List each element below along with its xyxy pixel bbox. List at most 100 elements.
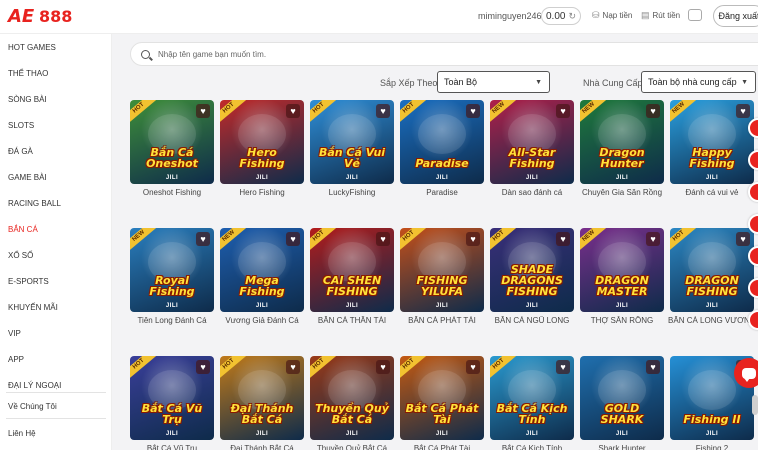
heart-icon[interactable]: ♥	[286, 232, 300, 246]
game-name[interactable]: Bắt Cá Phát Tài	[394, 444, 490, 450]
game-name[interactable]: Paradise	[394, 188, 490, 197]
game-card[interactable]: ♥ GOLD SHARK JILI Shark Hunter	[580, 356, 664, 450]
live-chat-button[interactable]	[734, 358, 758, 388]
game-name[interactable]: Đánh cá vui vẻ	[664, 188, 758, 197]
game-card[interactable]: HOT ♥ SHADE DRAGONS FISHING JILI BẮN CÁ NGŨ …	[490, 228, 574, 325]
game-name[interactable]: THỢ SĂN RỒNG	[574, 316, 670, 325]
heart-icon[interactable]: ♥	[196, 104, 210, 118]
game-card[interactable]: HOT ♥ DRAGON FISHING JILI BẮN CÁ LONG VƯƠNG	[668, 228, 756, 325]
game-name[interactable]: Tiên Long Đánh Cá	[124, 316, 220, 325]
game-card[interactable]: HOT ♥ FISHING YILUFA JILI BẮN CÁ PHÁT TÀI	[400, 228, 484, 325]
game-name[interactable]: Fishing 2	[664, 444, 758, 450]
game-card[interactable]: NEW ♥ Royal Fishing JILI Tiên Long Đánh Cá	[130, 228, 214, 325]
game-thumbnail[interactable]: NEW ♥ Mega Fishing JILI	[220, 228, 304, 312]
game-name[interactable]: BẮN CÁ LONG VƯƠNG	[664, 316, 758, 325]
withdraw-link[interactable]: ▤ Rút tiền	[641, 10, 680, 21]
sidebar-item-casino[interactable]: SÒNG BÀI	[0, 86, 112, 112]
game-name[interactable]: Bắt Cá Vũ Trụ	[124, 444, 220, 450]
game-thumbnail[interactable]: HOT ♥ Bắn Cá Oneshot JILI	[130, 100, 214, 184]
game-card[interactable]: HOT ♥ Thuyền Quỷ Bắt Cá JILI Thuyền Quỷ Bắt …	[310, 356, 394, 450]
game-name[interactable]: Chuyên Gia Săn Rồng	[574, 188, 670, 197]
deposit-link[interactable]: ⛁ Nạp tiền	[592, 10, 632, 21]
sidebar-item-hot-games[interactable]: HOT GAMES	[0, 34, 112, 60]
heart-icon[interactable]: ♥	[736, 104, 750, 118]
heart-icon[interactable]: ♥	[646, 360, 660, 374]
game-card[interactable]: NEW ♥ Dragon Hunter JILI Chuyên Gia Săn Rồng	[580, 100, 664, 197]
sidebar-item-promotions[interactable]: KHUYẾN MÃI	[0, 294, 112, 320]
game-card[interactable]: NEW ♥ Happy Fishing JILI Đánh cá vui vẻ	[670, 100, 754, 197]
game-thumbnail[interactable]: HOT ♥ FISHING YILUFA JILI	[400, 228, 484, 312]
game-thumbnail[interactable]: HOT ♥ Đại Thánh Bắt Cá JILI	[220, 356, 304, 440]
message-icon[interactable]	[688, 9, 702, 21]
heart-icon[interactable]: ♥	[376, 104, 390, 118]
heart-icon[interactable]: ♥	[646, 232, 660, 246]
game-card[interactable]: HOT ♥ Paradise JILI Paradise	[400, 100, 484, 197]
game-card[interactable]: NEW ♥ DRAGON MASTER JILI THỢ SĂN RỒNG	[580, 228, 664, 325]
sidebar-item-cockfight[interactable]: ĐÁ GÀ	[0, 138, 112, 164]
game-thumbnail[interactable]: HOT ♥ Bắt Cá Vũ Trụ JILI	[130, 356, 214, 440]
game-card[interactable]: NEW ♥ Mega Fishing JILI Vương Giả Đánh Cá	[220, 228, 304, 325]
heart-icon[interactable]: ♥	[466, 232, 480, 246]
sidebar-item-esports[interactable]: E-SPORTS	[0, 268, 112, 294]
heart-icon[interactable]: ♥	[556, 360, 570, 374]
game-card[interactable]: HOT ♥ CAI SHEN FISHING JILI BẮN CÁ THẦN TÀI	[310, 228, 394, 325]
game-card[interactable]: HOT ♥ Bắt Cá Vũ Trụ JILI Bắt Cá Vũ Trụ	[130, 356, 214, 450]
sidebar-item-fishing[interactable]: BẮN CÁ	[0, 216, 112, 242]
game-name[interactable]: Oneshot Fishing	[124, 188, 220, 197]
game-name[interactable]: LuckyFishing	[304, 188, 400, 197]
game-card[interactable]: HOT ♥ Hero Fishing JILI Hero Fishing	[220, 100, 304, 197]
game-thumbnail[interactable]: ♥ GOLD SHARK JILI	[580, 356, 664, 440]
game-thumbnail[interactable]: NEW ♥ Happy Fishing JILI	[670, 100, 754, 184]
game-name[interactable]: Hero Fishing	[214, 188, 310, 197]
heart-icon[interactable]: ♥	[556, 232, 570, 246]
heart-icon[interactable]: ♥	[646, 104, 660, 118]
sidebar-item-card-games[interactable]: GAME BÀI	[0, 164, 112, 190]
game-card[interactable]: HOT ♥ Bắn Cá Oneshot JILI Oneshot Fishing	[130, 100, 214, 197]
sort-select[interactable]: Toàn Bộ ▼	[437, 71, 550, 93]
game-thumbnail[interactable]: HOT ♥ Bắt Cá Kịch Tính JILI	[490, 356, 574, 440]
game-thumbnail[interactable]: HOT ♥ SHADE DRAGONS FISHING JILI	[490, 228, 574, 312]
sidebar-item-slots[interactable]: SLOTS	[0, 112, 112, 138]
heart-icon[interactable]: ♥	[466, 360, 480, 374]
game-name[interactable]: Dàn sao đánh cá	[484, 188, 580, 197]
game-thumbnail[interactable]: HOT ♥ Bắn Cá Vui Vẻ JILI	[310, 100, 394, 184]
game-thumbnail[interactable]: NEW ♥ Royal Fishing JILI	[130, 228, 214, 312]
sidebar-item-racing-ball[interactable]: RACING BALL	[0, 190, 112, 216]
game-card[interactable]: NEW ♥ All-Star Fishing JILI Dàn sao đánh cá	[490, 100, 574, 197]
game-name[interactable]: Đại Thánh Bắt Cá	[214, 444, 310, 450]
game-thumbnail[interactable]: HOT ♥ CAI SHEN FISHING JILI	[310, 228, 394, 312]
game-thumbnail[interactable]: HOT ♥ Hero Fishing JILI	[220, 100, 304, 184]
game-thumbnail[interactable]: HOT ♥ Thuyền Quỷ Bắt Cá JILI	[310, 356, 394, 440]
sidebar-item-vip[interactable]: VIP	[0, 320, 112, 346]
logout-button[interactable]: Đăng xuất	[713, 5, 758, 27]
heart-icon[interactable]: ♥	[736, 232, 750, 246]
sidebar-item-lottery[interactable]: XỔ SỐ	[0, 242, 112, 268]
game-card[interactable]: HOT ♥ Bắt Cá Kịch Tính JILI Bắt Cá Kịch Tính	[490, 356, 574, 450]
game-thumbnail[interactable]: NEW ♥ DRAGON MASTER JILI	[580, 228, 664, 312]
heart-icon[interactable]: ♥	[556, 104, 570, 118]
game-thumbnail[interactable]: HOT ♥ Paradise JILI	[400, 100, 484, 184]
game-card[interactable]: HOT ♥ Đại Thánh Bắt Cá JILI Đại Thánh Bắt Cá	[220, 356, 304, 450]
game-name[interactable]: BẮN CÁ NGŨ LONG	[484, 316, 580, 325]
site-logo[interactable]: AE 888	[8, 6, 72, 28]
heart-icon[interactable]: ♥	[466, 104, 480, 118]
search-input[interactable]	[158, 49, 718, 59]
game-thumbnail[interactable]: HOT ♥ DRAGON FISHING JILI	[670, 228, 754, 312]
game-name[interactable]: Vương Giả Đánh Cá	[214, 316, 310, 325]
game-name[interactable]: BẮN CÁ THẦN TÀI	[304, 316, 400, 325]
game-name[interactable]: Shark Hunter	[574, 444, 670, 450]
game-thumbnail[interactable]: HOT ♥ Bắt Cá Phát Tài JILI	[400, 356, 484, 440]
refresh-icon[interactable]: ↻	[568, 11, 576, 22]
heart-icon[interactable]: ♥	[196, 360, 210, 374]
heart-icon[interactable]: ♥	[376, 232, 390, 246]
provider-select[interactable]: Toàn bộ nhà cung cấp ▼	[641, 71, 756, 93]
game-thumbnail[interactable]: NEW ♥ All-Star Fishing JILI	[490, 100, 574, 184]
game-thumbnail[interactable]: NEW ♥ Dragon Hunter JILI	[580, 100, 664, 184]
heart-icon[interactable]: ♥	[196, 232, 210, 246]
game-card[interactable]: HOT ♥ Bắt Cá Phát Tài JILI Bắt Cá Phát Tài	[400, 356, 484, 450]
sidebar-item-about[interactable]: Về Chúng Tôi	[0, 393, 112, 419]
sidebar-item-app[interactable]: APP	[0, 346, 112, 372]
sidebar-item-contact[interactable]: Liên Hệ	[0, 420, 112, 446]
search-bar[interactable]	[130, 42, 758, 66]
game-name[interactable]: BẮN CÁ PHÁT TÀI	[394, 316, 490, 325]
